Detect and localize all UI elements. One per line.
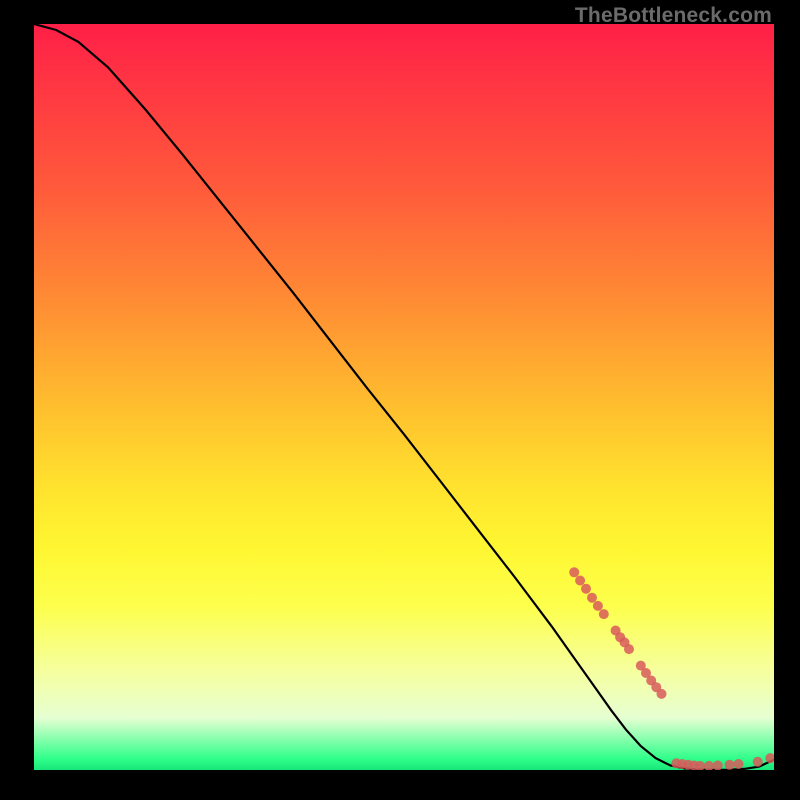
data-point [587,593,597,603]
data-point [599,609,609,619]
data-point [657,689,667,699]
curve-layer [34,24,774,770]
watermark-text: TheBottleneck.com [575,4,772,28]
data-point [581,584,591,594]
data-point [765,753,774,763]
data-point [593,601,603,611]
data-point [624,644,634,654]
data-point [713,761,723,771]
data-point [753,757,763,767]
chart-stage: TheBottleneck.com [0,0,800,800]
main-curve [34,24,774,770]
data-point [704,761,714,770]
data-point [734,759,744,769]
data-point [569,567,579,577]
data-point [725,760,735,770]
data-point [575,576,585,586]
plot-area [34,24,774,770]
data-markers [569,567,774,770]
